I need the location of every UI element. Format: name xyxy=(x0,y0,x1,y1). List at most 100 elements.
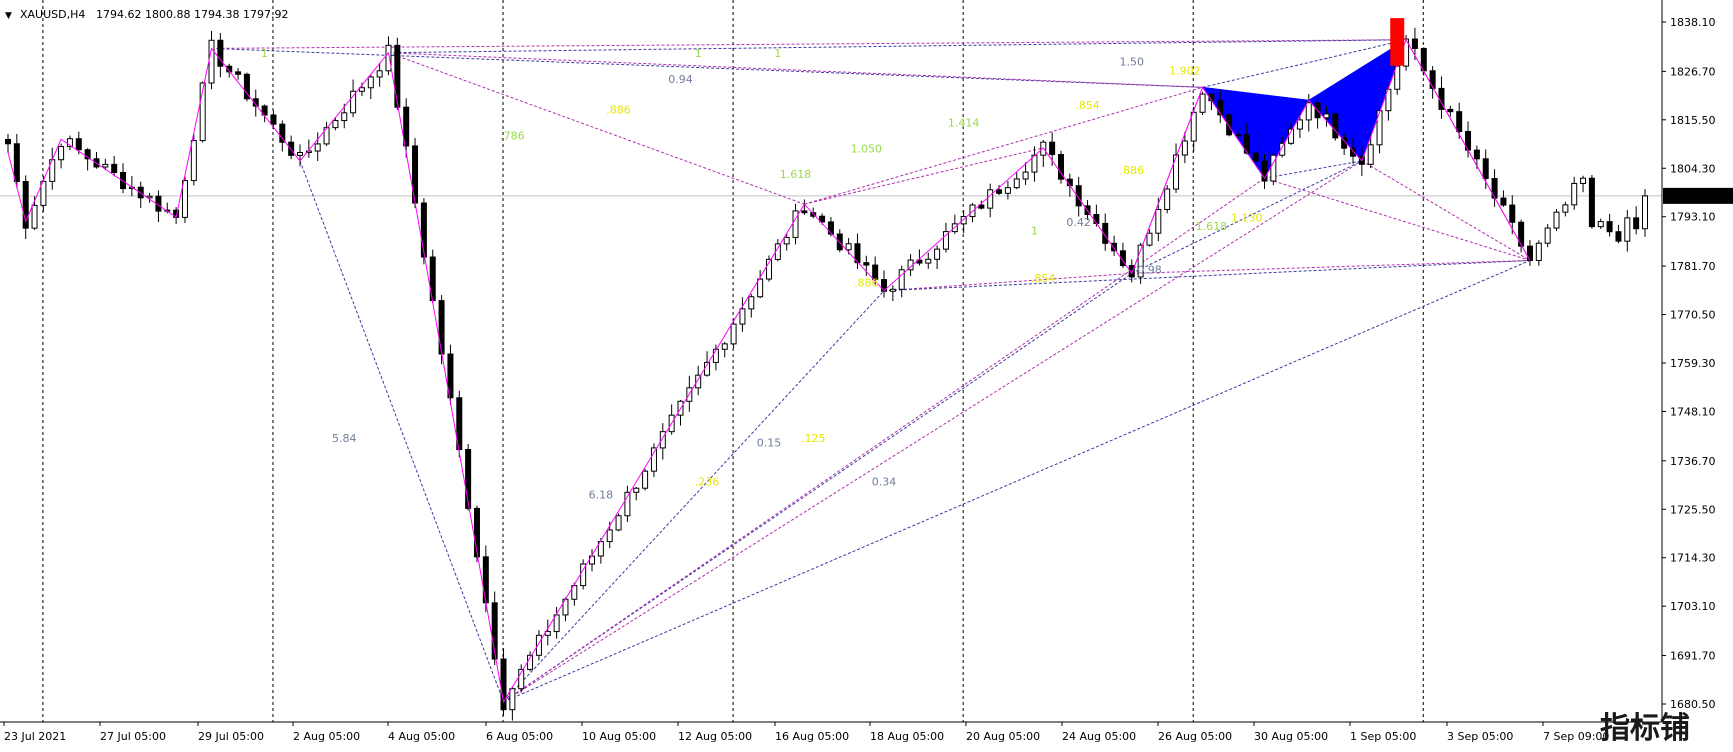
candle-body xyxy=(235,71,242,75)
candle-body xyxy=(730,323,737,345)
price-tick-label: 1793.10 xyxy=(1670,211,1716,224)
candle-body xyxy=(1642,195,1648,230)
price-tick-label: 1714.30 xyxy=(1670,552,1716,565)
harmonic-dashed-lines xyxy=(211,39,1531,703)
candle-body xyxy=(1332,113,1339,139)
time-tick-label: 2 Aug 05:00 xyxy=(293,730,360,743)
ratio-label: 1.50 xyxy=(1120,56,1145,69)
signal-marker-rect xyxy=(1390,18,1405,66)
price-tick-label: 1680.50 xyxy=(1670,698,1716,711)
candle-body xyxy=(288,141,295,156)
ratio-label: 1 xyxy=(774,47,781,60)
chart-frame xyxy=(0,0,1663,723)
candle-body xyxy=(739,308,746,325)
price-tick-label: 1736.70 xyxy=(1670,455,1716,468)
dashed-line xyxy=(883,259,1530,292)
candle-body xyxy=(482,556,489,604)
candle-body xyxy=(650,447,657,472)
candle-body xyxy=(633,487,640,493)
price-chart[interactable]: 1 1 10.94.886.7861.4141.0501.618.8541.501.… xyxy=(0,0,1733,752)
time-tick-label: 4 Aug 05:00 xyxy=(388,730,455,743)
candle-body xyxy=(509,688,516,711)
candle-body xyxy=(102,163,109,168)
candle-body xyxy=(1606,221,1613,233)
candle-body xyxy=(358,87,365,92)
ratio-label: .854 xyxy=(1031,272,1056,285)
price-tick-label: 1759.30 xyxy=(1670,357,1716,370)
ratio-label: 6.18 xyxy=(589,488,614,501)
ratio-label: 0.98 xyxy=(1137,263,1162,276)
candlesticks xyxy=(5,27,1648,721)
candle-body xyxy=(934,248,941,260)
zigzag-line xyxy=(7,38,1531,704)
collapse-triangle-icon[interactable]: ▼ xyxy=(5,11,12,21)
chart-header: ▼ XAUUSD,H4 1794.62 1800.88 1794.38 1797… xyxy=(5,8,288,21)
candle-body xyxy=(376,70,383,78)
candle-body xyxy=(181,180,188,218)
dashed-line xyxy=(388,52,1203,88)
candle-body xyxy=(279,123,286,143)
ratio-label: .886 xyxy=(606,103,631,116)
candle-body xyxy=(996,189,1003,194)
candle-body xyxy=(385,44,392,72)
candle-body xyxy=(615,515,622,531)
price-tick-label: 1725.50 xyxy=(1670,503,1716,516)
candle-body xyxy=(367,76,374,89)
watermark-logo: 指标铺 xyxy=(1600,711,1690,746)
candle-body xyxy=(1500,197,1507,206)
ratio-label: 1 xyxy=(1031,224,1038,237)
time-tick-label: 16 Aug 05:00 xyxy=(775,730,849,743)
candle-body xyxy=(1367,144,1374,165)
ratio-label: 1.130 xyxy=(1231,211,1263,224)
ratio-label: 1.618 xyxy=(1196,220,1228,233)
price-tick-label: 1691.70 xyxy=(1670,650,1716,663)
candle-body xyxy=(75,138,82,151)
candle-body xyxy=(1571,182,1578,206)
zigzag-polyline xyxy=(7,38,1531,704)
candle-body xyxy=(5,138,11,145)
time-tick-label: 20 Aug 05:00 xyxy=(966,730,1040,743)
symbol-label: XAUUSD,H4 xyxy=(20,8,85,21)
ratio-label: .886 xyxy=(854,276,879,289)
time-tick-label: 26 Aug 05:00 xyxy=(1158,730,1232,743)
candle-body xyxy=(889,288,896,292)
dashed-line xyxy=(1361,160,1531,261)
ratio-label: 0.94 xyxy=(668,73,693,86)
candle-body xyxy=(1615,231,1622,242)
ratio-label: 1.618 xyxy=(780,168,812,181)
price-tick-label: 1826.70 xyxy=(1670,65,1716,78)
candle-body xyxy=(1049,141,1056,156)
price-tick-label: 1804.30 xyxy=(1670,162,1716,175)
candle-body xyxy=(987,189,994,209)
candle-body xyxy=(1509,204,1516,223)
candle-body xyxy=(1323,113,1330,119)
candle-body xyxy=(1199,93,1206,113)
ratio-label: .886 xyxy=(1120,164,1145,177)
ratio-label: .854 xyxy=(1075,99,1100,112)
candle-body xyxy=(1181,140,1188,156)
candle-body xyxy=(606,529,613,543)
candle-body xyxy=(1226,114,1233,136)
dashed-line xyxy=(1264,177,1531,261)
ratio-label: .236 xyxy=(695,475,720,488)
candle-body xyxy=(208,39,215,84)
candle-body xyxy=(1146,232,1153,246)
time-tick-label: 1 Sep 05:00 xyxy=(1350,730,1416,743)
time-tick-label: 29 Jul 05:00 xyxy=(198,730,264,743)
candle-body xyxy=(1164,188,1171,210)
candle-body xyxy=(925,258,932,264)
ratio-label: 5.84 xyxy=(332,432,357,445)
candle-body xyxy=(1111,242,1118,252)
candle-body xyxy=(1633,217,1640,230)
price-tick-label: 1703.10 xyxy=(1670,600,1716,613)
candle-body xyxy=(1429,70,1436,89)
candle-body xyxy=(836,233,843,251)
candle-body xyxy=(792,210,799,238)
time-tick-label: 10 Aug 05:00 xyxy=(582,730,656,743)
candle-body xyxy=(1597,221,1604,228)
candle-body xyxy=(1553,211,1560,229)
candle-body xyxy=(1535,242,1542,261)
candle-body xyxy=(1296,119,1303,130)
time-tick-label: 23 Jul 2021 xyxy=(4,730,66,743)
candle-body xyxy=(332,120,339,129)
